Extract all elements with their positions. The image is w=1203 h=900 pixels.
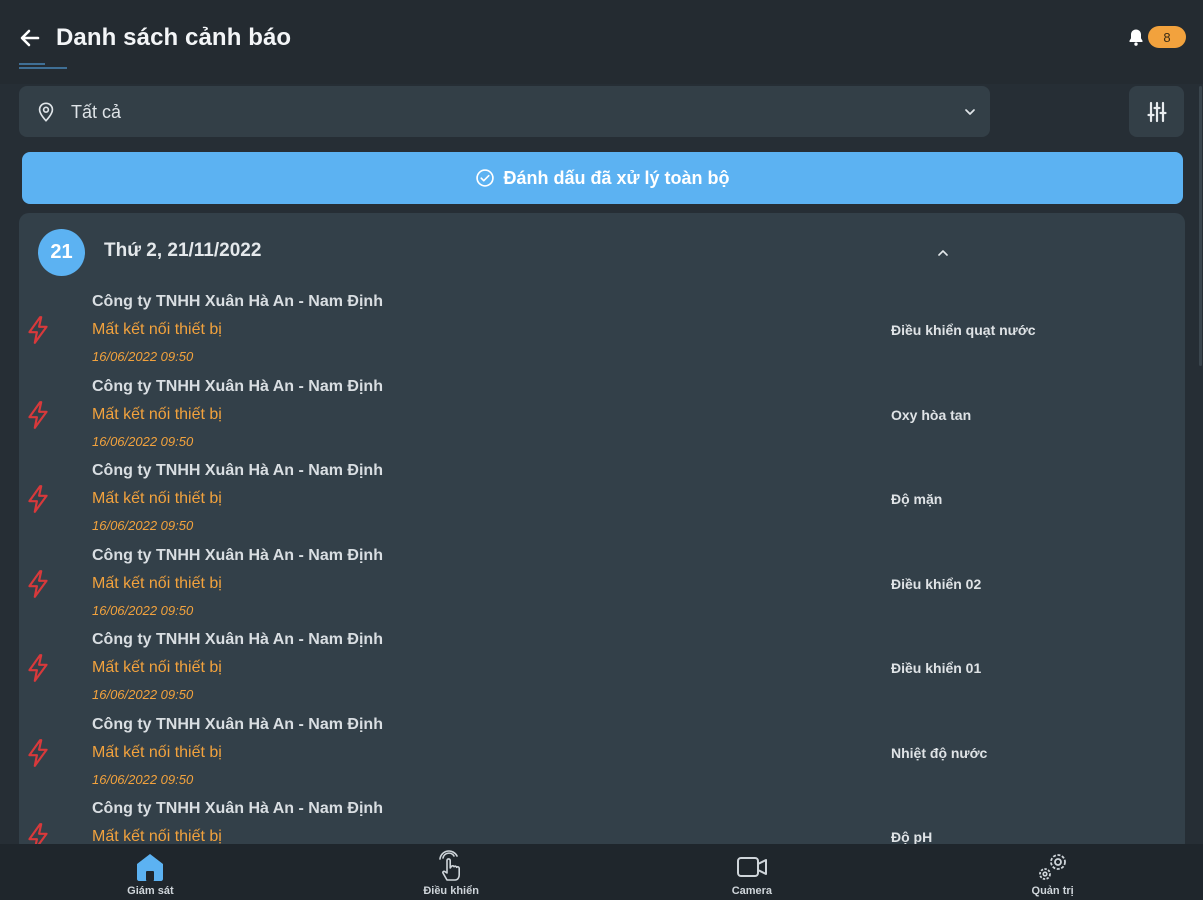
nav-item-monitoring[interactable]: Giám sát <box>0 844 301 900</box>
alert-company: Công ty TNHH Xuân Hà An - Nam Định <box>92 546 383 564</box>
mark-all-processed-label: Đánh dấu đã xử lý toàn bộ <box>503 167 730 188</box>
alert-message: Mất kết nối thiết bị <box>92 321 222 338</box>
touch-hand-icon <box>439 850 461 881</box>
alert-icon-wrap <box>25 738 51 773</box>
alert-time: 16/06/2022 09:50 <box>92 518 194 533</box>
alert-item[interactable]: Công ty TNHH Xuân Hà An - Nam Định Mất kế… <box>19 629 1185 714</box>
collapse-group-button[interactable] <box>931 241 955 265</box>
alert-item[interactable]: Công ty TNHH Xuân Hà An - Nam Định Mất kế… <box>19 714 1185 799</box>
nav-item-camera[interactable]: Camera <box>602 844 903 900</box>
lightning-bolt-icon <box>28 569 48 598</box>
alert-time: 16/06/2022 09:50 <box>92 771 194 787</box>
day-group-date: Thứ 2, 21/11/2022 <box>104 240 262 261</box>
lightning-bolt-icon <box>28 738 48 767</box>
alert-item[interactable]: Công ty TNHH Xuân Hà An - Nam Định Mất kế… <box>19 291 1185 376</box>
nav-item-admin[interactable]: Quản trị <box>902 844 1203 900</box>
alert-company: Công ty TNHH Xuân Hà An - Nam Định <box>92 293 383 310</box>
alert-time: 16/06/2022 09:50 <box>92 433 194 449</box>
nav-label: Quản trị <box>1031 885 1074 897</box>
scrollbar[interactable] <box>1199 86 1202 366</box>
alert-icon-wrap <box>25 315 51 350</box>
day-number-badge: 21 <box>38 229 85 276</box>
notifications-button[interactable]: 8 <box>1126 24 1186 50</box>
alert-message: Mất kết nối thiết bị <box>92 743 222 761</box>
bell-icon <box>1129 29 1143 46</box>
alert-device: Độ pH <box>891 829 933 845</box>
alert-device: Điều khiển quạt nước <box>891 322 1036 338</box>
chevron-up-icon <box>938 250 948 256</box>
lightning-bolt-icon <box>28 485 48 513</box>
app-header: Danh sách cảnh báo 8 <box>0 0 1203 84</box>
bottom-navigation: Giám sát Điều khiển Camera Quản trị <box>0 844 1203 900</box>
filter-button[interactable] <box>1129 86 1184 137</box>
alert-icon-wrap <box>25 400 51 435</box>
sliders-icon <box>1146 101 1167 122</box>
alert-device: Nhiệt độ nước <box>891 744 988 761</box>
alert-device: Oxy hòa tan <box>891 406 972 423</box>
alert-day-group: 21 Thứ 2, 21/11/2022 Công ty TNHH Xuân H… <box>19 213 1185 853</box>
alert-device: Điều khiển 01 <box>891 660 982 676</box>
alert-item[interactable]: Công ty TNHH Xuân Hà An - Nam Định Mất kế… <box>19 376 1185 461</box>
nav-label: Giám sát <box>127 885 174 897</box>
alert-message: Mất kết nối thiết bị <box>92 574 222 592</box>
alert-icon-wrap <box>25 484 51 519</box>
nav-label: Điều khiển <box>423 885 479 897</box>
lightning-bolt-icon <box>28 400 48 429</box>
lightning-bolt-icon <box>28 316 48 344</box>
alert-company: Công ty TNHH Xuân Hà An - Nam Định <box>92 462 383 479</box>
alert-icon-wrap <box>25 569 51 604</box>
chevron-down-icon <box>965 109 975 115</box>
alert-icon-wrap <box>25 653 51 688</box>
alert-time: 16/06/2022 09:50 <box>92 687 194 702</box>
location-select[interactable]: Tất cả <box>19 86 990 137</box>
alert-message: Mất kết nối thiết bị <box>92 490 222 507</box>
alert-device: Điều khiển 02 <box>891 575 982 592</box>
check-circle-icon <box>476 169 495 187</box>
nav-item-control[interactable]: Điều khiển <box>301 844 602 900</box>
alert-message: Mất kết nối thiết bị <box>92 405 222 423</box>
alert-item[interactable]: Công ty TNHH Xuân Hà An - Nam Định Mất kế… <box>19 460 1185 545</box>
nav-label: Camera <box>731 885 773 897</box>
alert-list: Công ty TNHH Xuân Hà An - Nam Định Mất kế… <box>19 291 1185 853</box>
alert-company: Công ty TNHH Xuân Hà An - Nam Định <box>92 715 383 733</box>
alert-item[interactable]: Công ty TNHH Xuân Hà An - Nam Định Mất kế… <box>19 545 1185 630</box>
lightning-bolt-icon <box>28 654 48 682</box>
back-button[interactable] <box>14 22 46 54</box>
location-select-value: Tất cả <box>71 102 122 122</box>
alert-time: 16/06/2022 09:50 <box>92 602 194 618</box>
title-underline <box>19 63 67 69</box>
home-icon <box>137 854 164 881</box>
alert-company: Công ty TNHH Xuân Hà An - Nam Định <box>92 800 383 817</box>
alert-company: Công ty TNHH Xuân Hà An - Nam Định <box>92 631 383 648</box>
alert-device: Độ mặn <box>891 491 943 507</box>
map-pin-icon <box>38 102 54 122</box>
notification-count-badge: 8 <box>1148 26 1186 48</box>
video-camera-icon <box>736 857 767 877</box>
settings-gears-icon <box>1038 854 1066 880</box>
mark-all-processed-button[interactable]: Đánh dấu đã xử lý toàn bộ <box>22 152 1183 204</box>
alert-company: Công ty TNHH Xuân Hà An - Nam Định <box>92 377 383 395</box>
alert-message: Mất kết nối thiết bị <box>92 659 222 676</box>
arrow-left-icon <box>20 29 40 47</box>
page-title: Danh sách cảnh báo <box>56 24 292 51</box>
alert-time: 16/06/2022 09:50 <box>92 349 194 364</box>
